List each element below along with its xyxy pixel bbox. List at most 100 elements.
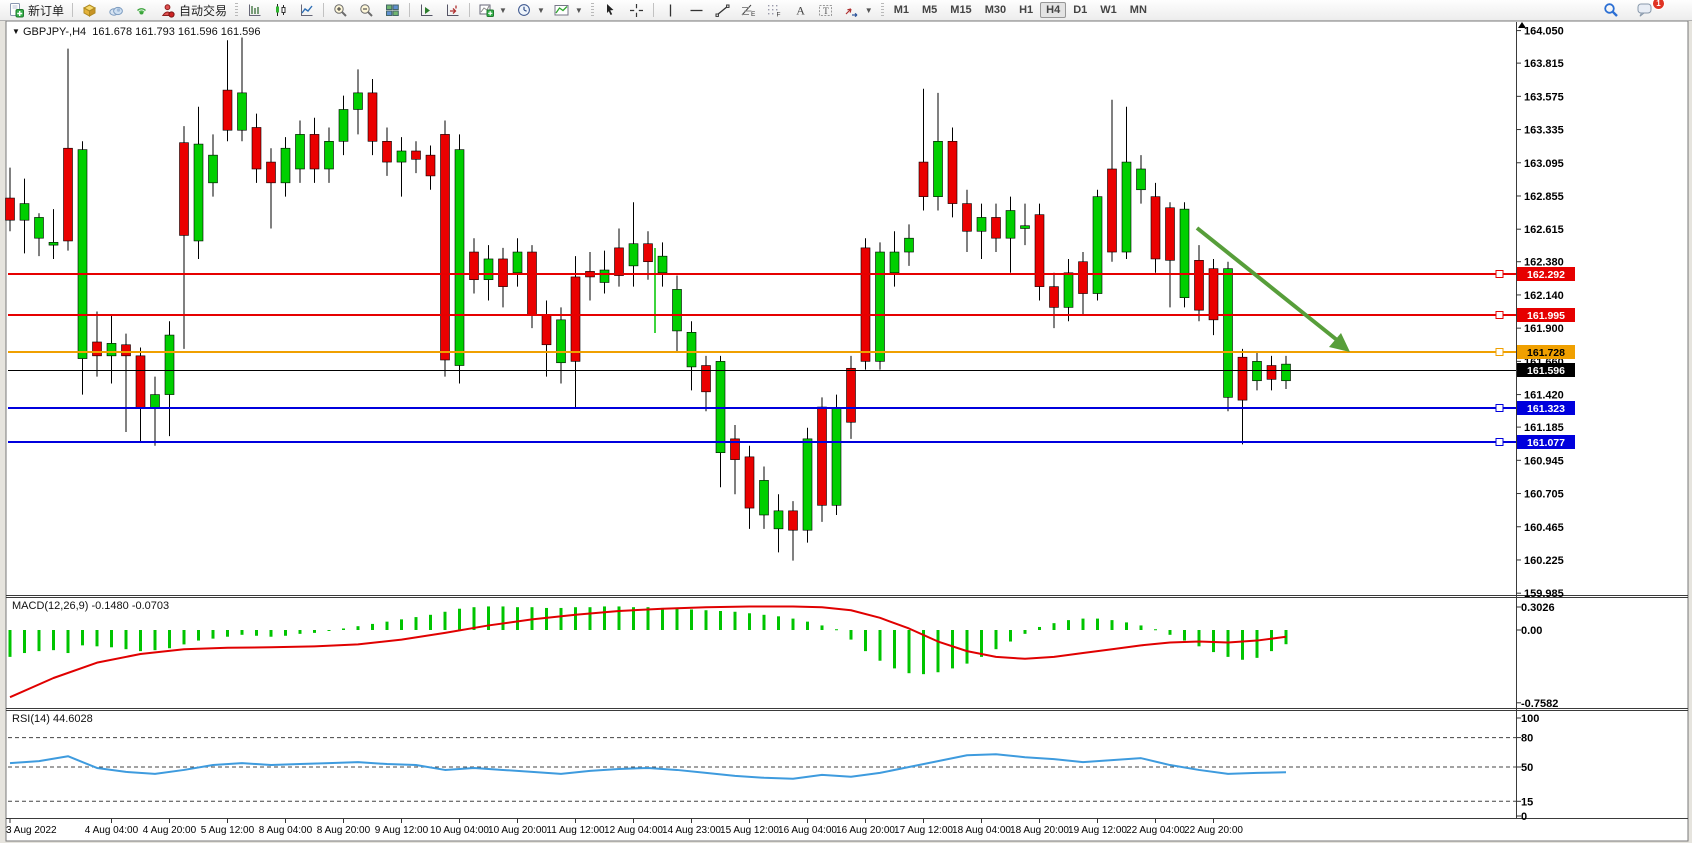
new-order-button[interactable]: 新订单 [4,1,68,19]
timeframe-h1-button[interactable]: H1 [1013,2,1039,18]
date-label: 22 Aug 20:00 [1184,825,1243,836]
candle-body [1224,269,1233,398]
chart-shift-button[interactable] [414,1,439,19]
candle-body [876,252,885,361]
auto-trading-label: 自动交易 [179,2,227,19]
community-button[interactable] [103,1,128,19]
text-label-button[interactable]: T [814,1,839,19]
add-indicator-button[interactable]: ▼ [474,1,511,19]
candle-body [223,90,232,130]
macd-tick-label: 0.3026 [1521,602,1555,614]
zoom-out-button[interactable] [354,1,379,19]
signals-button[interactable] [129,1,154,19]
price-tick-label: 160.225 [1524,555,1564,567]
macd-histogram-bar [168,630,171,648]
zoom-out-icon [358,2,375,18]
templates-button[interactable]: ▼ [550,1,587,19]
price-tick-label: 163.575 [1524,91,1564,103]
line-anchor-handle[interactable] [1496,312,1503,319]
collapse-triangle-icon[interactable]: ▼ [12,27,20,36]
grid-button[interactable]: F [762,1,787,19]
candle-body [1093,197,1102,294]
candle-body [499,259,508,287]
timeframe-d1-button[interactable]: D1 [1067,2,1093,18]
rsi-tick-label: 50 [1521,762,1533,774]
text-icon: A [792,2,809,18]
candle-body [934,141,943,196]
macd-histogram-bar [1009,630,1012,642]
macd-histogram-bar [777,616,780,630]
candle-body [354,93,363,110]
timeframe-m15-button[interactable]: M15 [944,2,977,18]
macd-histogram-bar [1140,625,1143,630]
macd-histogram-bar [922,630,925,674]
cursor-button[interactable] [598,1,623,19]
macd-histogram-bar [1241,630,1244,660]
fibonacci-button[interactable]: E [736,1,761,19]
candle-body [455,150,464,366]
macd-histogram-bar [458,609,461,630]
crosshair-button[interactable] [624,1,649,19]
macd-histogram-bar [23,630,26,653]
candle-body [832,408,841,505]
vertical-line-button[interactable] [658,1,683,19]
tile-windows-button[interactable] [380,1,405,19]
new-order-icon [8,2,25,18]
timeframe-m5-button[interactable]: M5 [916,2,943,18]
macd-histogram-bar [1154,629,1157,630]
price-tick-label: 161.185 [1524,422,1564,434]
candle-body [1006,211,1015,239]
candlestick-chart-button[interactable] [268,1,293,19]
line-anchor-handle[interactable] [1496,439,1503,446]
clock-icon [516,2,533,18]
macd-histogram-bar [835,629,838,630]
macd-histogram-bar [284,630,287,636]
macd-histogram-bar [270,630,273,637]
date-label: 5 Aug 12:00 [201,825,255,836]
candle-body [383,141,392,162]
timeframe-mn-button[interactable]: MN [1124,2,1153,18]
period-selector-button[interactable]: ▼ [512,1,549,19]
shapes-arrows-icon [844,2,861,18]
shapes-button[interactable]: ▼ [840,1,877,19]
rsi-tick-label: 80 [1521,733,1533,745]
profiles-button[interactable] [77,1,102,19]
candle-body [1064,273,1073,308]
timeframe-m1-button[interactable]: M1 [888,2,915,18]
date-label: 10 Aug 20:00 [488,825,547,836]
text-button[interactable]: A [788,1,813,19]
search-button[interactable] [1598,1,1623,19]
timeframe-h4-button[interactable]: H4 [1040,2,1066,18]
trend-line-button[interactable] [710,1,735,19]
timeframe-m30-button[interactable]: M30 [979,2,1012,18]
rsi-tick-label: 0 [1521,811,1527,823]
candle-body [542,314,551,344]
price-badge-label: 162.292 [1527,269,1565,281]
candle-body [571,277,580,361]
macd-histogram-bar [1024,630,1027,634]
line-chart-button[interactable] [294,1,319,19]
timeframe-w1-button[interactable]: W1 [1094,2,1123,18]
candle-body [1151,197,1160,259]
dropdown-caret-icon: ▼ [575,6,583,15]
macd-histogram-bar [313,630,316,633]
candle-body [397,151,406,162]
line-anchor-handle[interactable] [1496,405,1503,412]
candle-body [687,332,696,367]
macd-histogram-bar [647,607,650,630]
chat-button[interactable]: 1 [1633,1,1658,19]
auto-trading-button[interactable]: 自动交易 [155,1,231,19]
zoom-in-button[interactable] [328,1,353,19]
macd-histogram-bar [937,630,940,672]
horizontal-line-button[interactable] [684,1,709,19]
candle-body [992,217,1001,238]
macd-histogram-bar [995,630,998,649]
macd-histogram-bar [371,624,374,630]
date-label: 14 Aug 23:00 [662,825,721,836]
line-anchor-handle[interactable] [1496,349,1503,356]
macd-histogram-bar [951,630,954,668]
macd-histogram-bar [792,619,795,630]
line-anchor-handle[interactable] [1496,271,1503,278]
chart-autoscroll-button[interactable] [440,1,465,19]
bar-chart-button[interactable] [242,1,267,19]
